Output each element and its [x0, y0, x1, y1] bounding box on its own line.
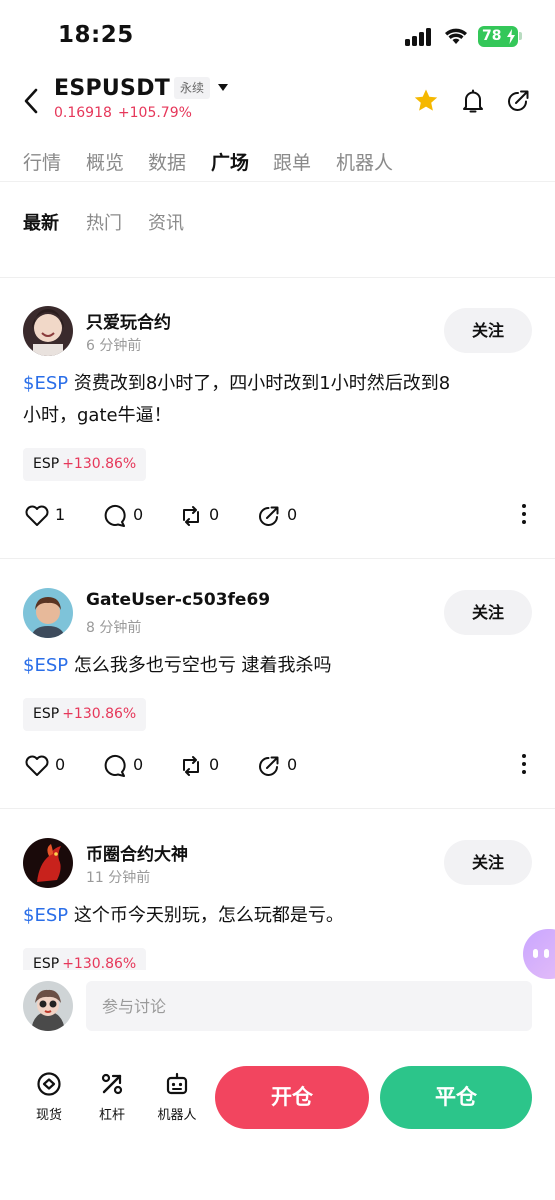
- nav-leverage-label: 杠杆: [98, 1108, 125, 1123]
- nav-spot-label: 现货: [35, 1108, 62, 1123]
- battery-level: 78: [482, 28, 502, 44]
- tab-copy-trading[interactable]: 跟单: [273, 148, 311, 175]
- post-actions: 0 0 0 0: [0, 753, 555, 779]
- sub-tabs: 最新 热门 资讯: [0, 205, 555, 245]
- repost-count: 0: [209, 755, 220, 774]
- main-tabs: 行情 概览 数据 广场 跟单 机器人: [0, 142, 555, 182]
- divider: [0, 277, 555, 278]
- post-time: 11 分钟前: [86, 870, 151, 886]
- share-icon: [259, 506, 279, 526]
- subtab-hot[interactable]: 热门: [86, 209, 122, 235]
- bell-icon[interactable]: [460, 88, 486, 114]
- header: ESPUSDT 永续 0.16918 +105.79%: [0, 70, 555, 132]
- post-text-line: 资费改到8小时了，四小时改到1小时然后改到8: [68, 373, 451, 394]
- status-bar: 18:25 78: [0, 0, 555, 70]
- price-change: +105.79%: [117, 105, 192, 121]
- chip-symbol: ESP: [33, 456, 60, 472]
- share-count: 0: [287, 505, 298, 524]
- more-options-icon[interactable]: [520, 504, 528, 528]
- post-content[interactable]: $ESP 资费改到8小时了，四小时改到1小时然后改到8 小时，gate牛逼！: [23, 368, 533, 432]
- leverage-icon: [101, 1073, 123, 1095]
- star-favorite-icon[interactable]: [413, 88, 439, 114]
- contract-type-badge: 永续: [174, 77, 211, 99]
- repost-icon: [183, 506, 199, 526]
- post-content[interactable]: $ESP 这个币今天别玩，怎么玩都是亏。: [23, 900, 533, 932]
- avatar[interactable]: [23, 306, 73, 356]
- share-icon: [259, 756, 279, 776]
- nav-robot[interactable]: 机器人: [152, 1070, 202, 1130]
- avatar[interactable]: [23, 838, 73, 888]
- post-item: GateUser-c503fe69 8 分钟前 关注 $ESP 怎么我多也亏空也…: [0, 588, 555, 788]
- tab-data[interactable]: 数据: [148, 148, 186, 175]
- price-line: 0.16918 +105.79%: [54, 105, 192, 121]
- follow-button[interactable]: 关注: [444, 308, 532, 353]
- chip-change: +130.86%: [62, 706, 137, 722]
- post-content[interactable]: $ESP 怎么我多也亏空也亏 逮着我杀吗: [23, 650, 533, 682]
- nav-spot[interactable]: 现货: [24, 1070, 74, 1130]
- more-options-icon[interactable]: [520, 754, 528, 778]
- comment-icon: [104, 504, 126, 527]
- ticker-chip[interactable]: ESP +130.86%: [23, 448, 147, 481]
- ticker-tag[interactable]: $ESP: [23, 655, 68, 676]
- comment-count: 0: [133, 755, 144, 774]
- repost-count: 0: [209, 505, 220, 524]
- nav-leverage[interactable]: 杠杆: [87, 1070, 137, 1130]
- back-arrow-icon[interactable]: [20, 86, 42, 116]
- ticker-chip[interactable]: ESP +130.86%: [23, 948, 147, 970]
- caret-down-icon[interactable]: [217, 83, 229, 93]
- divider: [0, 808, 555, 809]
- last-price: 0.16918: [54, 105, 112, 121]
- battery-icon: 78: [478, 26, 518, 47]
- chip-symbol: ESP: [33, 706, 60, 722]
- post-item: 只爱玩合约 6 分钟前 关注 $ESP 资费改到8小时了，四小时改到1小时然后改…: [0, 306, 555, 536]
- open-position-button[interactable]: 开仓: [215, 1066, 369, 1129]
- tab-square[interactable]: 广场: [211, 148, 249, 175]
- post-text-line: 这个币今天别玩，怎么玩都是亏。: [68, 905, 344, 926]
- username[interactable]: 只爱玩合约: [86, 308, 171, 333]
- follow-button[interactable]: 关注: [444, 590, 532, 635]
- share-icon[interactable]: [505, 88, 531, 114]
- tab-bots[interactable]: 机器人: [336, 148, 393, 175]
- post-time: 6 分钟前: [86, 338, 142, 354]
- share-count: 0: [287, 755, 298, 774]
- post-time: 8 分钟前: [86, 620, 142, 636]
- tab-market[interactable]: 行情: [23, 148, 61, 175]
- my-avatar[interactable]: [23, 981, 73, 1031]
- heart-icon: [25, 755, 49, 776]
- cellular-signal-icon: [405, 28, 435, 46]
- close-position-button[interactable]: 平仓: [380, 1066, 532, 1129]
- post-item: 币圈合约大神 11 分钟前 关注 $ESP 这个币今天别玩，怎么玩都是亏。 ES…: [0, 838, 555, 970]
- robot-icon: [166, 1072, 188, 1095]
- comment-count: 0: [133, 505, 144, 524]
- wifi-icon: [445, 28, 467, 44]
- ticker-tag[interactable]: $ESP: [23, 373, 68, 394]
- chip-symbol: ESP: [33, 956, 60, 970]
- chip-change: +130.86%: [62, 456, 137, 472]
- ticker-chip[interactable]: ESP +130.86%: [23, 698, 147, 731]
- spot-icon: [37, 1072, 61, 1096]
- subtab-latest[interactable]: 最新: [23, 209, 59, 235]
- username[interactable]: GateUser-c503fe69: [86, 590, 270, 610]
- post-text-line: 小时，gate牛逼！: [23, 405, 172, 426]
- nav-robot-label: 机器人: [157, 1108, 197, 1123]
- tab-overview[interactable]: 概览: [86, 148, 124, 175]
- status-time: 18:25: [58, 22, 134, 48]
- divider: [0, 558, 555, 559]
- heart-icon: [25, 505, 49, 526]
- like-count: 1: [55, 505, 66, 524]
- comment-icon: [104, 754, 126, 777]
- discussion-input[interactable]: [86, 981, 532, 1031]
- ticker-tag[interactable]: $ESP: [23, 905, 68, 926]
- follow-button[interactable]: 关注: [444, 840, 532, 885]
- post-actions: 1 0 0 0: [0, 503, 555, 529]
- post-text-line: 怎么我多也亏空也亏 逮着我杀吗: [68, 655, 332, 676]
- username[interactable]: 币圈合约大神: [86, 840, 188, 865]
- battery-tip: [519, 32, 522, 40]
- pair-symbol[interactable]: ESPUSDT: [54, 76, 170, 101]
- subtab-news[interactable]: 资讯: [148, 209, 184, 235]
- avatar[interactable]: [23, 588, 73, 638]
- chip-change: +130.86%: [62, 956, 137, 970]
- repost-icon: [183, 756, 199, 776]
- like-count: 0: [55, 755, 66, 774]
